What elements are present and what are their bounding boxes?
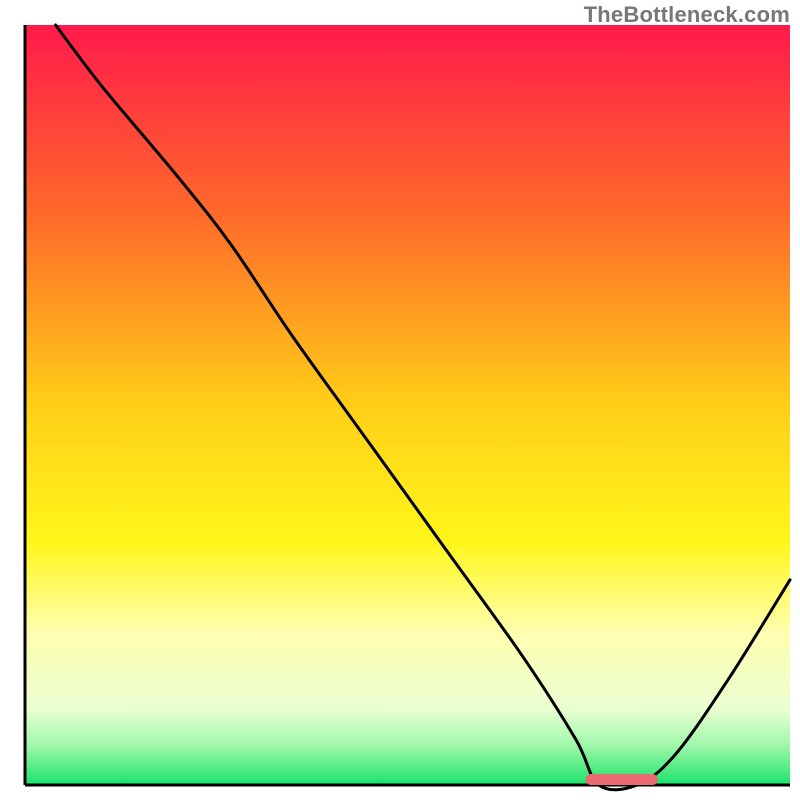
chart-svg bbox=[0, 0, 800, 800]
bottleneck-chart: TheBottleneck.com bbox=[0, 0, 800, 800]
watermark-text: TheBottleneck.com bbox=[584, 2, 790, 28]
plot-background bbox=[25, 25, 790, 785]
